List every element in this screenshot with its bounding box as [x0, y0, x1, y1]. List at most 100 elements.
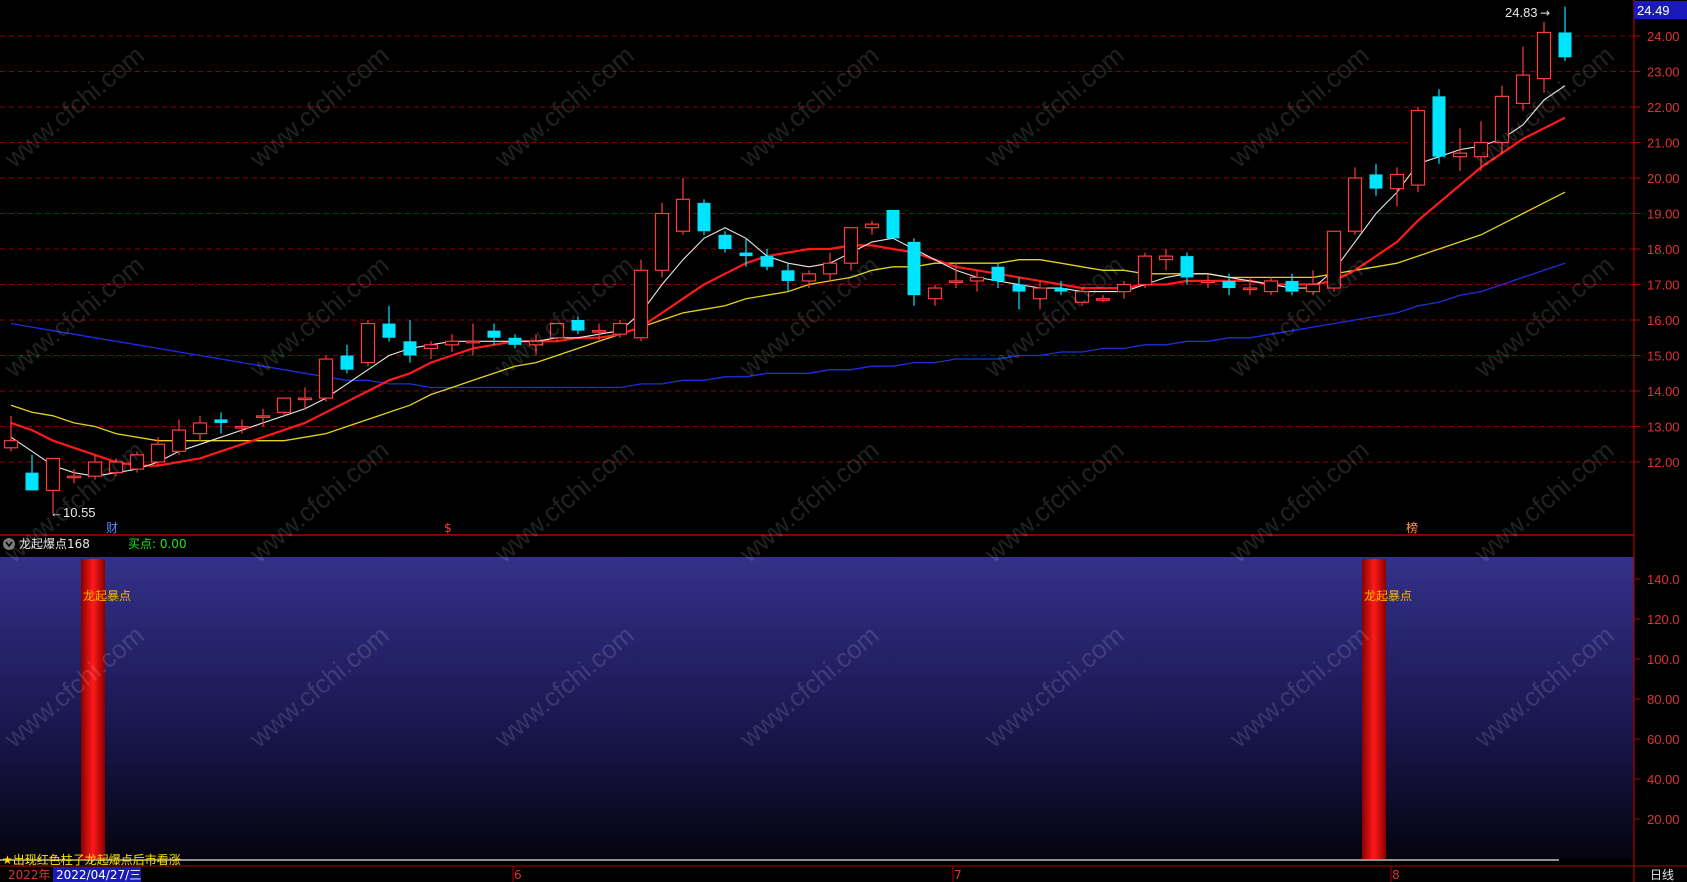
candle-body [612, 322, 628, 335]
price-tick-label: 19.00 [1647, 207, 1680, 222]
candle-body [297, 397, 313, 401]
candle-body [675, 198, 691, 232]
price-tick-label: 21.00 [1647, 136, 1680, 151]
candle-body [1222, 280, 1236, 289]
indicator-note: ★出现红色柱子龙起爆点后市看涨 [2, 852, 181, 867]
price-tick-label: 13.00 [1647, 420, 1680, 435]
candle [886, 209, 900, 239]
candle-body [1200, 280, 1216, 284]
price-tick-label: 22.00 [1647, 100, 1680, 115]
candle [360, 320, 376, 367]
candle-body [591, 330, 607, 333]
price-tick-label: 16.00 [1647, 313, 1680, 328]
price-tick-label: 20.00 [1647, 171, 1680, 186]
candle [1432, 89, 1446, 164]
month-label-8: 8 [1392, 868, 1400, 882]
candle-body [633, 269, 649, 339]
candle [654, 202, 670, 278]
candle-body [403, 341, 417, 356]
candle-body [1410, 109, 1426, 186]
candle-body [1558, 32, 1572, 58]
candle-body [25, 472, 39, 491]
candle-body [1389, 173, 1405, 190]
candle-body [276, 397, 292, 413]
month-label-7: 7 [954, 868, 962, 882]
candle-body [1180, 256, 1194, 278]
candle-body [1242, 287, 1258, 291]
candle-body [1347, 177, 1363, 232]
candle-body [801, 273, 817, 282]
event-marker-cai[interactable]: 财 [106, 521, 118, 535]
candle-body [1432, 96, 1446, 157]
event-marker-bang[interactable]: 榜 [1406, 520, 1418, 535]
indicator-tick-label: 20.00 [1647, 812, 1680, 827]
month-label-6: 6 [514, 868, 522, 882]
candle-body [465, 340, 481, 344]
signal-bar [1362, 559, 1386, 859]
price-tick-label: 15.00 [1647, 349, 1680, 364]
candle-body [444, 340, 460, 346]
year-label: 2022年 [8, 868, 51, 882]
candle-body [1452, 152, 1468, 158]
candle-body [234, 425, 250, 429]
candle [1137, 252, 1153, 289]
candle-body [781, 270, 795, 281]
candle-body [150, 443, 166, 463]
candle-body [948, 280, 964, 284]
candle [1347, 167, 1363, 235]
candle-body [969, 276, 985, 282]
high-arrow-icon: → [1540, 6, 1550, 20]
candle-body [45, 457, 61, 492]
candle-body [1369, 174, 1383, 189]
candle-body [760, 256, 774, 267]
price-tick-label: 12.00 [1647, 455, 1680, 470]
candle-body [864, 223, 880, 229]
candle-body [1515, 74, 1531, 105]
candle-body [214, 419, 228, 423]
candle-body [1137, 255, 1153, 286]
candle [318, 355, 334, 402]
candle [697, 199, 711, 235]
candle [1410, 107, 1426, 193]
event-marker-dollar[interactable]: $ [444, 521, 452, 535]
indicator-tick-label: 60.00 [1647, 732, 1680, 747]
candle-body [718, 234, 732, 249]
last-price-value: 24.49 [1637, 3, 1670, 18]
indicator-panel[interactable]: 龙起暴点 龙起暴点 ★出现红色柱子龙起爆点后市看涨 [0, 557, 1634, 867]
price-tick-label: 17.00 [1647, 278, 1680, 293]
candle-body [1263, 280, 1279, 293]
candle-body [487, 330, 501, 338]
price-tick-label: 18.00 [1647, 242, 1680, 257]
candle-body [1032, 287, 1048, 300]
candle-body [360, 322, 376, 364]
indicator-tick-label: 100.0 [1647, 652, 1680, 667]
period-button[interactable]: 日线 [1650, 868, 1674, 882]
candle-body [886, 209, 900, 239]
candle-body [697, 202, 711, 232]
candle-body [3, 440, 19, 449]
candle-body [654, 212, 670, 271]
signal-bar [81, 559, 105, 859]
candle-body [1095, 298, 1111, 301]
indicator-tick-label: 120.0 [1647, 612, 1680, 627]
candle-body [423, 344, 439, 350]
candle-body [1116, 283, 1132, 293]
price-tick-label: 24.00 [1647, 29, 1680, 44]
candle-body [1285, 280, 1299, 292]
candle-body [991, 266, 1005, 281]
candle-body [822, 262, 838, 275]
indicator-tick-label: 40.00 [1647, 772, 1680, 787]
price-tick-label: 14.00 [1647, 384, 1680, 399]
candle-body [171, 429, 187, 452]
candle-body [927, 287, 943, 300]
candle-body [739, 252, 753, 257]
candle-body [192, 422, 208, 435]
price-tick-label: 23.00 [1647, 65, 1680, 80]
buy-point-value: 买点: 0.00 [128, 537, 187, 551]
cursor-date-label: 2022/04/27/三 [56, 868, 141, 882]
signal-label: 龙起暴点 [1364, 589, 1412, 603]
candle-body [1158, 255, 1174, 261]
candle-body [382, 323, 396, 338]
candle-body [1536, 31, 1552, 80]
candle-body [1012, 284, 1026, 292]
